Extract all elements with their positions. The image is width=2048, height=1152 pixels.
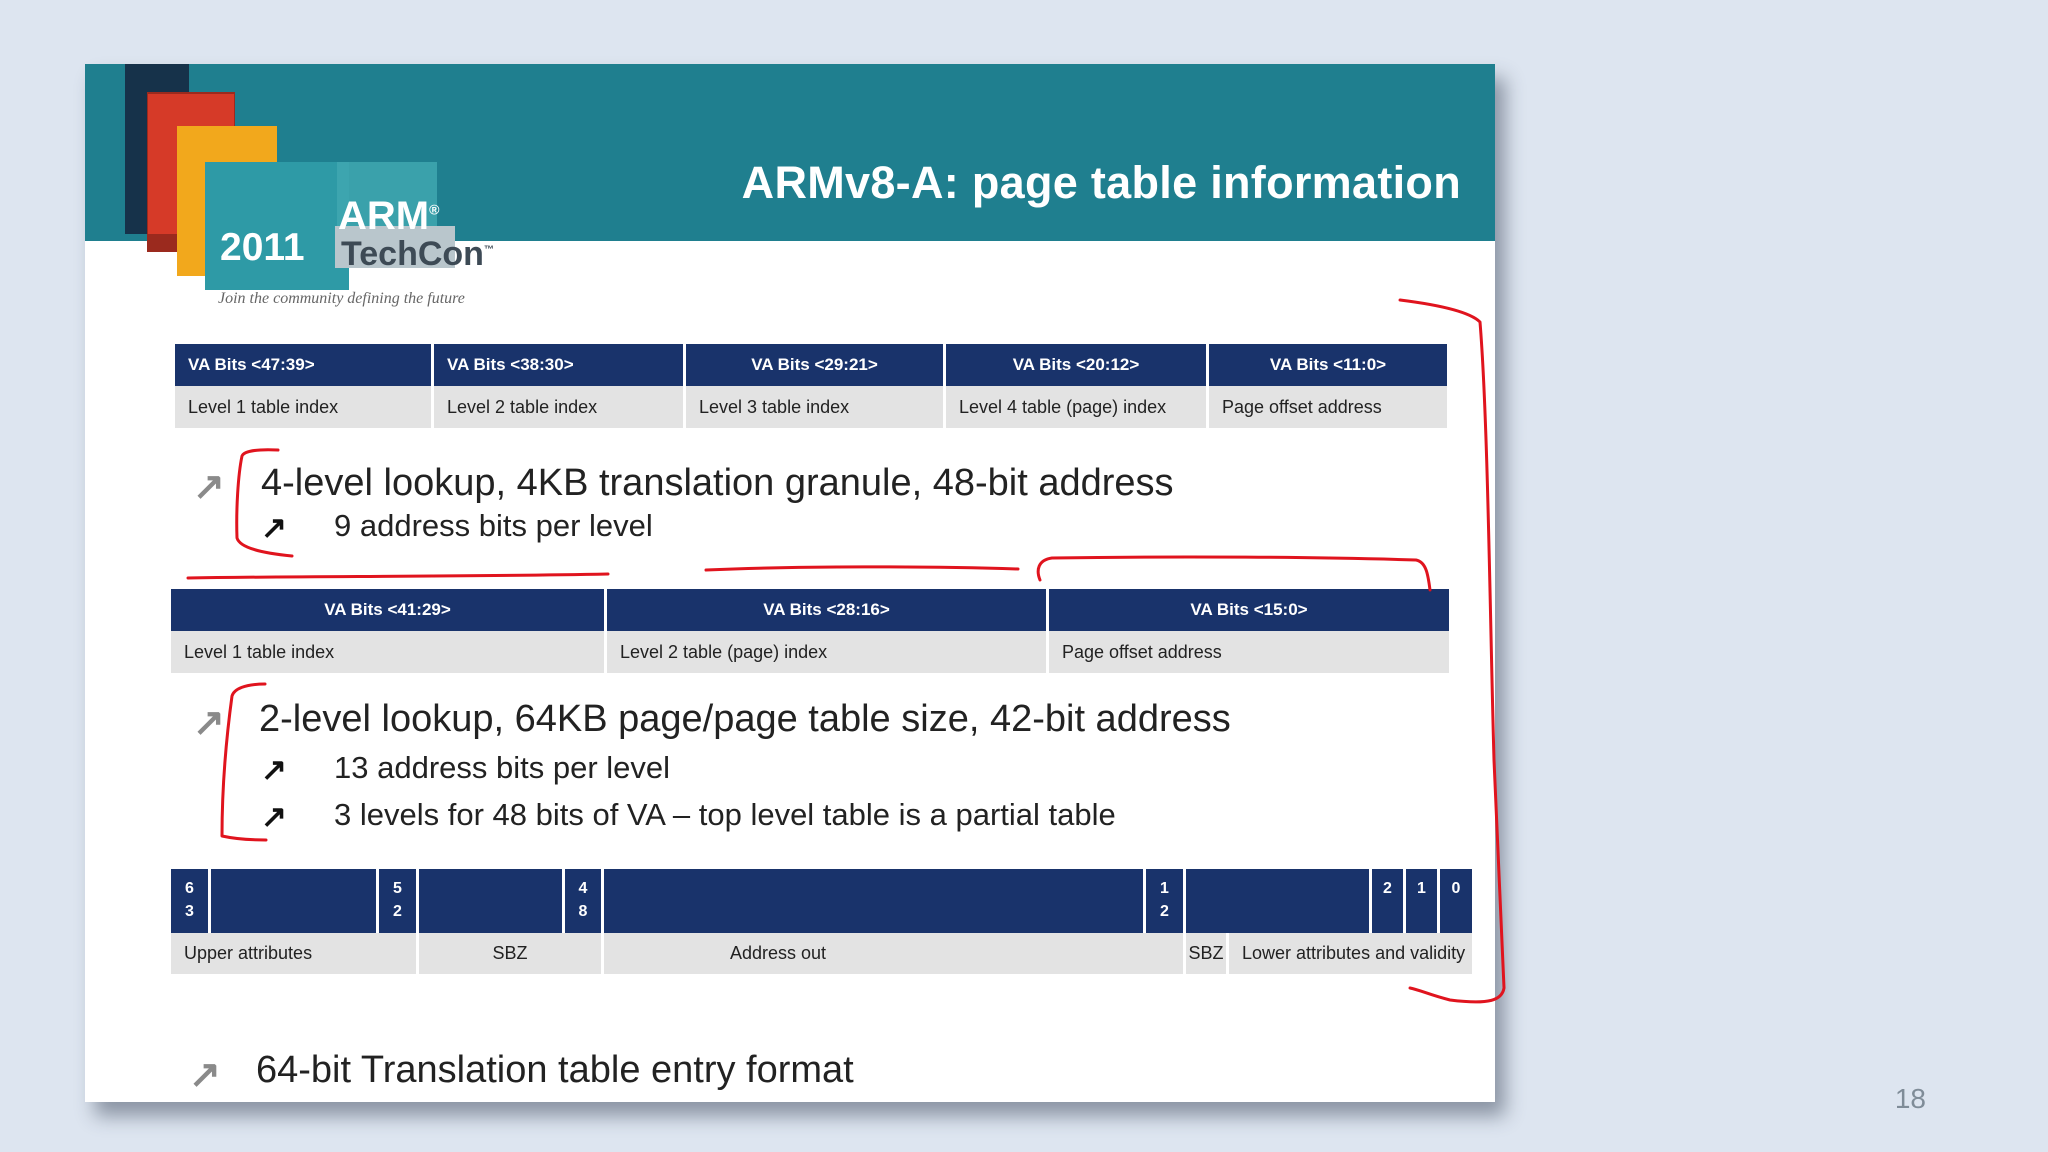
table-header: VA Bits <29:21>: [686, 344, 946, 386]
sub-bullet-arrow-icon: ↗: [261, 799, 287, 834]
bit-number: [1186, 869, 1372, 933]
bullet-arrow-icon: ↗: [189, 1054, 221, 1096]
table-cell: Upper attributes: [171, 933, 419, 974]
table-header: VA Bits <28:16>: [607, 589, 1049, 631]
bit-number: 0: [1440, 869, 1472, 933]
logo-tagline: Join the community defining the future: [218, 290, 465, 307]
table-cell: SBZ: [419, 933, 604, 974]
sub-bullet-arrow-icon: ↗: [261, 510, 287, 545]
bullet-sub: 9 address bits per level: [334, 508, 653, 543]
table-cell: Level 1 table index: [175, 386, 434, 428]
bit-number: 5 2: [379, 869, 419, 933]
table-cell: Page offset address: [1209, 386, 1447, 428]
table-cell: SBZ: [1186, 933, 1226, 974]
page-number: 18: [1894, 1083, 1926, 1114]
table-4level: VA Bits <47:39> VA Bits <38:30> VA Bits …: [175, 344, 1447, 428]
slide: ARM® 2011 TechCon™ Join the community de…: [85, 64, 1495, 1102]
bullet-main: 64-bit Translation table entry format: [256, 1049, 854, 1091]
logo-year: 2011: [220, 226, 305, 269]
bit-number: [419, 869, 565, 933]
bit-number: 2: [1372, 869, 1406, 933]
table-header: VA Bits <20:12>: [946, 344, 1209, 386]
bit-number: [211, 869, 379, 933]
arm-techcon-logo: ARM® 2011 TechCon™ Join the community de…: [85, 64, 545, 324]
table-cell: Page offset address: [1049, 631, 1449, 673]
table-header: VA Bits <47:39>: [175, 344, 434, 386]
table-entry-format: 6 3 5 2 4 8 1 2 2 1 0 Upper attributes S…: [171, 869, 1472, 974]
bullet-sub: 13 address bits per level: [334, 750, 671, 785]
bit-number: 1: [1406, 869, 1440, 933]
table-cell: Level 2 table index: [434, 386, 686, 428]
sub-bullet-arrow-icon: ↗: [261, 752, 287, 787]
bullet-arrow-icon: ↗: [193, 702, 225, 744]
table-header: VA Bits <41:29>: [171, 589, 607, 631]
table-cell: Level 3 table index: [686, 386, 946, 428]
table-cell: Level 2 table (page) index: [607, 631, 1049, 673]
logo-event: TechCon™: [341, 235, 494, 273]
bit-number: 4 8: [565, 869, 604, 933]
table-header: VA Bits <15:0>: [1049, 589, 1449, 631]
table-2level: VA Bits <41:29> VA Bits <28:16> VA Bits …: [171, 589, 1449, 673]
bullet-main: 4-level lookup, 4KB translation granule,…: [261, 462, 1174, 504]
slide-title: ARMv8-A: page table information: [741, 157, 1461, 208]
bit-number: [604, 869, 1146, 933]
logo-brand: ARM®: [338, 194, 440, 238]
bullet-main: 2-level lookup, 64KB page/page table siz…: [259, 698, 1231, 740]
table-cell: Lower attributes and validity: [1226, 933, 1472, 974]
bullet-arrow-icon: ↗: [193, 466, 225, 508]
bit-number: 1 2: [1146, 869, 1186, 933]
table-cell: Address out: [604, 933, 1186, 974]
bit-number: 6 3: [171, 869, 211, 933]
table-header: VA Bits <11:0>: [1209, 344, 1447, 386]
table-cell: Level 1 table index: [171, 631, 607, 673]
bullet-sub: 3 levels for 48 bits of VA – top level t…: [334, 797, 1116, 832]
table-cell: Level 4 table (page) index: [946, 386, 1209, 428]
table-header: VA Bits <38:30>: [434, 344, 686, 386]
